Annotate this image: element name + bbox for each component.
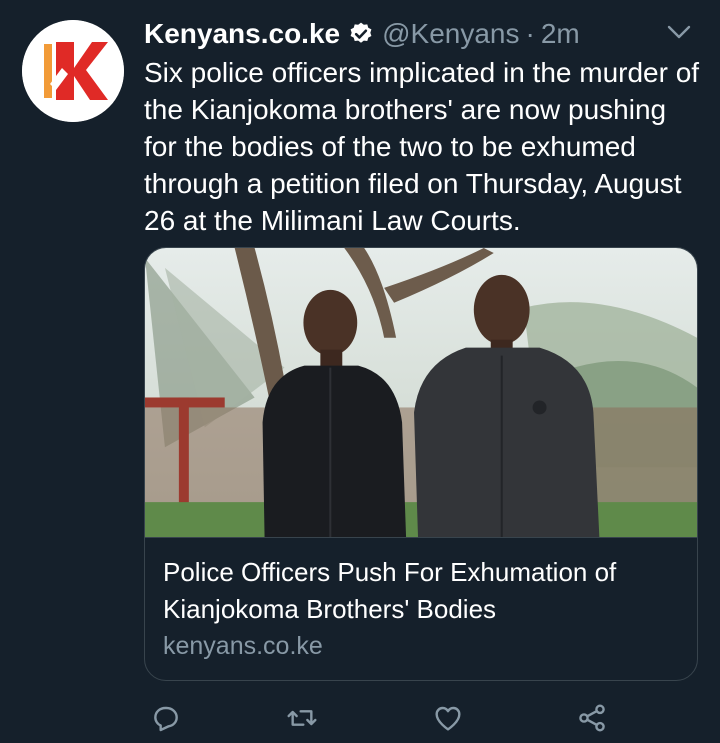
verified-badge-icon bbox=[350, 22, 372, 43]
tweet-text: Six police officers implicated in the mu… bbox=[144, 57, 700, 236]
separator-dot: · bbox=[525, 18, 535, 49]
tweet-action-bar bbox=[144, 700, 624, 740]
share-button[interactable] bbox=[574, 700, 610, 736]
retweet-icon bbox=[287, 710, 317, 726]
link-card[interactable]: Police Officers Push For Exhumation of K… bbox=[144, 247, 698, 681]
reply-button[interactable] bbox=[148, 700, 184, 736]
chevron-down-icon[interactable] bbox=[666, 24, 692, 40]
kenyans-k-logo-icon bbox=[22, 20, 124, 122]
like-button[interactable] bbox=[430, 700, 466, 736]
article-photo bbox=[145, 248, 697, 538]
author-avatar[interactable] bbox=[22, 20, 124, 122]
reply-icon bbox=[154, 706, 178, 732]
tweet-timestamp[interactable]: 2m bbox=[541, 18, 580, 50]
card-domain: kenyans.co.ke bbox=[163, 632, 323, 660]
author-handle[interactable]: @Kenyans bbox=[382, 18, 519, 50]
author-name[interactable]: Kenyans.co.ke bbox=[144, 18, 340, 50]
card-title: Police Officers Push For Exhumation of K… bbox=[163, 557, 617, 624]
tweet-header: Kenyans.co.ke @Kenyans · 2m bbox=[144, 14, 696, 54]
like-icon bbox=[435, 706, 461, 731]
share-icon bbox=[579, 704, 605, 732]
retweet-button[interactable] bbox=[284, 700, 320, 736]
